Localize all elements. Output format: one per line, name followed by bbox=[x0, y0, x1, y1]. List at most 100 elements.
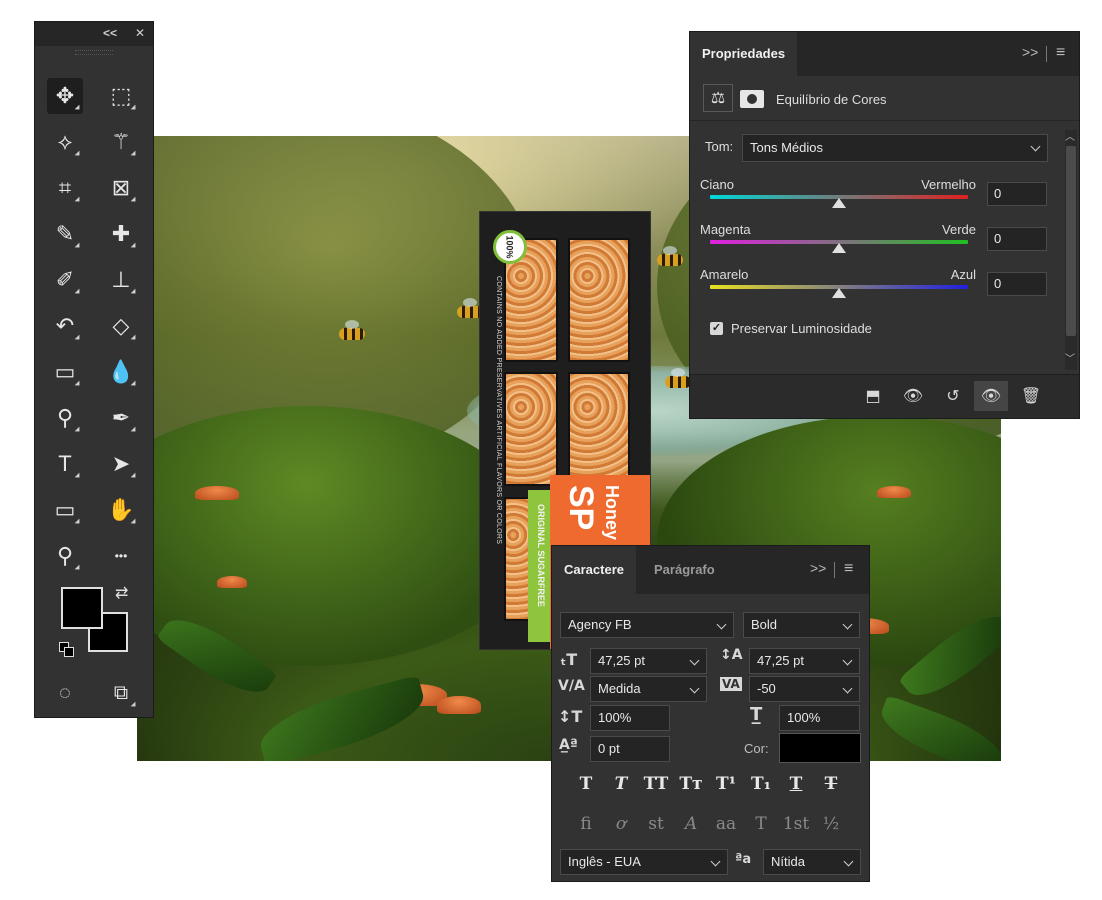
ordinals-button[interactable]: 1st bbox=[780, 810, 812, 838]
foreground-color-swatch[interactable] bbox=[61, 587, 103, 629]
ellipsis-icon[interactable]: ••• bbox=[103, 538, 139, 574]
reset-icon[interactable]: ↺ bbox=[936, 381, 970, 411]
color-label: Cor: bbox=[744, 741, 769, 756]
scrollbar-thumb[interactable] bbox=[1066, 146, 1076, 336]
rectangle-icon[interactable]: ▭ bbox=[47, 492, 83, 528]
properties-panel: Propriedades >> ≡ ⚖ Equilíbrio de Cores … bbox=[689, 31, 1080, 419]
subscript-button[interactable]: T₁ bbox=[745, 770, 777, 798]
marquee-icon[interactable]: ⬚ bbox=[103, 78, 139, 114]
dodge-icon[interactable]: ⚲ bbox=[47, 400, 83, 436]
horizontal-scale-input[interactable]: 100% bbox=[779, 705, 860, 731]
underline-button[interactable]: T bbox=[780, 770, 812, 798]
baseline-shift-input[interactable]: 0 pt bbox=[590, 736, 670, 762]
move-icon[interactable]: ✥ bbox=[47, 78, 83, 114]
bar-piece bbox=[568, 372, 630, 486]
superscript-button[interactable]: T¹ bbox=[710, 770, 742, 798]
swash-button[interactable]: A bbox=[675, 810, 707, 838]
hand-icon[interactable]: ✋ bbox=[103, 492, 139, 528]
pen-icon[interactable]: ✒ bbox=[103, 400, 139, 436]
fractions-button[interactable]: ½ bbox=[815, 810, 847, 838]
panel-menu-icon[interactable]: ≡ bbox=[1056, 44, 1065, 62]
strikethrough-button[interactable]: T bbox=[815, 770, 847, 798]
tools-panel-header[interactable]: << ✕ bbox=[35, 22, 153, 46]
eraser-icon[interactable]: ◇ bbox=[103, 308, 139, 344]
product-side-text: CONTAINS NO ADDED PRESERVATIVES ARTIFICI… bbox=[495, 276, 502, 545]
swap-colors-icon[interactable]: ⇄ bbox=[115, 583, 128, 603]
font-size-icon: ₜT bbox=[560, 650, 578, 669]
arrow-icon[interactable]: ➤ bbox=[103, 446, 139, 482]
tracking-select[interactable]: -50 bbox=[749, 676, 860, 702]
preserve-luminosity-checkbox[interactable]: ✓ bbox=[710, 322, 723, 335]
small-caps-button[interactable]: Tт bbox=[675, 770, 707, 798]
slider-thumb[interactable] bbox=[832, 243, 846, 253]
old-style-button[interactable]: ơ bbox=[605, 810, 637, 838]
text-color-swatch[interactable] bbox=[779, 733, 861, 763]
kerning-select[interactable]: Medida bbox=[590, 676, 707, 702]
font-family-select[interactable]: Agency FB bbox=[560, 612, 734, 638]
zoom-icon[interactable]: ⚲ bbox=[47, 538, 83, 574]
delete-icon[interactable]: 🗑 bbox=[1014, 381, 1048, 411]
slider-value-input[interactable]: 0 bbox=[987, 182, 1047, 206]
bee bbox=[665, 368, 691, 388]
frame-icon[interactable]: ⊠ bbox=[103, 170, 139, 206]
all-caps-button[interactable]: TT bbox=[640, 770, 672, 798]
properties-footer: ⬒ 👁 ↺ 👁 🗑 bbox=[690, 374, 1079, 418]
bee bbox=[657, 246, 683, 266]
bandage-icon[interactable]: ✚ bbox=[103, 216, 139, 252]
antialias-select[interactable]: Nítida bbox=[763, 849, 861, 875]
drop-icon[interactable]: 💧 bbox=[103, 354, 139, 390]
eyedropper-icon[interactable]: ✎ bbox=[47, 216, 83, 252]
lasso-icon[interactable]: ⟡ bbox=[47, 124, 83, 160]
scroll-up-icon[interactable]: ︿ bbox=[1065, 128, 1075, 143]
brand-word-2: SP bbox=[562, 485, 600, 531]
bee bbox=[339, 320, 365, 340]
stamp-icon[interactable]: ⊥ bbox=[103, 262, 139, 298]
default-colors-icon[interactable] bbox=[59, 642, 74, 657]
clip-to-layer-icon[interactable]: ⬒ bbox=[856, 381, 890, 411]
stylistic-alternates-button[interactable]: aa bbox=[710, 810, 742, 838]
leading-icon: ↕A bbox=[720, 647, 743, 663]
adjustment-title: Equilíbrio de Cores bbox=[776, 92, 887, 107]
font-size-select[interactable]: 47,25 pt bbox=[590, 648, 707, 674]
gradient-icon[interactable]: ▭ bbox=[47, 354, 83, 390]
slider-value-input[interactable]: 0 bbox=[987, 272, 1047, 296]
mask-icon[interactable] bbox=[740, 90, 764, 108]
close-icon[interactable]: ✕ bbox=[135, 26, 145, 40]
view-previous-icon[interactable]: 👁 bbox=[896, 381, 930, 411]
scrollbar[interactable] bbox=[1065, 130, 1077, 370]
slider-thumb[interactable] bbox=[832, 288, 846, 298]
ligatures-button[interactable]: fi bbox=[570, 810, 602, 838]
discretionary-ligatures-button[interactable]: st bbox=[640, 810, 672, 838]
screen-mode-icon[interactable]: ⧉ bbox=[103, 675, 139, 711]
brush-icon[interactable]: ✐ bbox=[47, 262, 83, 298]
baseline-shift-icon: A̲ª bbox=[559, 737, 578, 753]
font-style-select[interactable]: Bold bbox=[743, 612, 860, 638]
tone-select[interactable]: Tons Médios bbox=[742, 134, 1048, 162]
titling-button[interactable]: T bbox=[745, 810, 777, 838]
toggle-visibility-icon[interactable]: 👁 bbox=[974, 381, 1008, 411]
quick-mask-icon[interactable]: ◌ bbox=[47, 675, 83, 711]
language-select[interactable]: Inglês - EUA bbox=[560, 849, 728, 875]
slider-right-label: Verde bbox=[942, 222, 976, 237]
tab-character[interactable]: Caractere bbox=[552, 546, 636, 594]
slider-value-input[interactable]: 0 bbox=[987, 227, 1047, 251]
horizontal-scale-icon: T̲ bbox=[750, 704, 763, 725]
history-brush-icon[interactable]: ↶ bbox=[47, 308, 83, 344]
expand-panel-icon[interactable]: >> bbox=[810, 560, 826, 576]
scroll-down-icon[interactable]: ﹀ bbox=[1065, 350, 1075, 365]
type-icon[interactable]: T bbox=[47, 446, 83, 482]
leading-select[interactable]: 47,25 pt bbox=[749, 648, 860, 674]
collapse-icon[interactable]: << bbox=[103, 26, 117, 40]
crop-icon[interactable]: ⌗ bbox=[47, 170, 83, 206]
expand-panel-icon[interactable]: >> bbox=[1022, 44, 1038, 60]
tab-paragraph[interactable]: Parágrafo bbox=[642, 546, 727, 594]
panel-menu-icon[interactable]: ≡ bbox=[844, 560, 853, 578]
tab-properties[interactable]: Propriedades bbox=[690, 32, 798, 76]
magic-wand-icon[interactable]: ⚚ bbox=[103, 124, 139, 160]
slider-thumb[interactable] bbox=[832, 198, 846, 208]
faux-bold-button[interactable]: T bbox=[570, 770, 602, 798]
vertical-scale-input[interactable]: 100% bbox=[590, 705, 670, 731]
faux-italic-button[interactable]: T bbox=[605, 770, 637, 798]
mushroom bbox=[217, 576, 247, 588]
balance-scale-icon[interactable]: ⚖ bbox=[703, 84, 733, 112]
